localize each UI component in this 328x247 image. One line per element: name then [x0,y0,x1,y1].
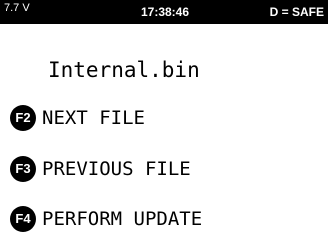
menu-label-previous-file: PREVIOUS FILE [42,158,191,180]
battery-voltage: 7.7 V [4,2,30,14]
menu-item-perform-update[interactable]: F4 PERFORM UPDATE [10,206,202,232]
clock-time: 17:38:46 [140,5,190,19]
current-file-name: Internal.bin [48,58,200,82]
menu-item-next-file[interactable]: F2 NEXT FILE [10,105,145,131]
menu-label-perform-update: PERFORM UPDATE [42,208,203,230]
status-bar: 7.7 V 17:38:46 D = SAFE [0,0,328,24]
f4-key-icon[interactable]: F4 [10,206,36,232]
menu-item-previous-file[interactable]: F3 PREVIOUS FILE [10,156,191,182]
device-screen: 7.7 V 17:38:46 D = SAFE Internal.bin F2 … [0,0,328,247]
menu-label-next-file: NEXT FILE [42,107,145,129]
f2-key-icon[interactable]: F2 [10,105,36,131]
f3-key-icon[interactable]: F3 [10,156,36,182]
mode-indicator: D = SAFE [269,5,324,19]
